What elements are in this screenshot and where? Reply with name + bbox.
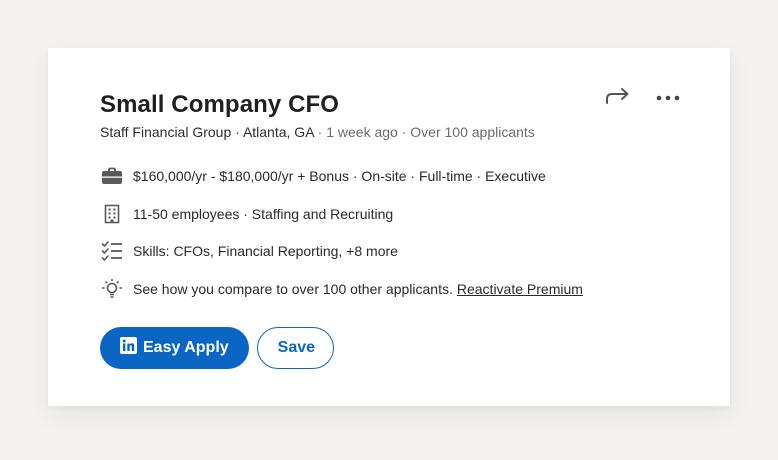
save-button[interactable]: Save [256,327,334,369]
apply-actions: Easy Apply Save [100,327,334,369]
more-options-button[interactable] [654,84,682,112]
insight-text: Skills: CFOs, Financial Reporting, +8 mo… [133,243,398,259]
job-subtitle: Staff Financial Group · Atlanta, GA · 1 … [100,123,535,141]
insight-text: See how you compare to over 100 other ap… [133,280,453,297]
skills-insight[interactable]: Skills: CFOs, Financial Reporting, +8 mo… [100,239,583,263]
share-icon [605,86,631,111]
reactivate-premium-link[interactable]: Reactivate Premium [457,281,583,297]
building-icon [100,202,124,226]
job-card: Small Company CFO Staff Financial Group … [48,48,730,406]
subtitle-separator: · [313,124,327,140]
salary-insight: $160,000/yr - $180,000/yr + Bonus · On-s… [100,164,583,188]
subtitle-separator: · [397,124,411,140]
premium-insight: See how you compare to over 100 other ap… [100,277,583,301]
share-button[interactable] [604,84,632,112]
insight-text: $160,000/yr - $180,000/yr + Bonus · On-s… [133,168,546,184]
linkedin-logo-icon [120,337,137,359]
job-insights: $160,000/yr - $180,000/yr + Bonus · On-s… [100,164,583,314]
more-icon [656,89,680,107]
easy-apply-button[interactable]: Easy Apply [100,327,249,369]
applicant-count: Over 100 applicants [410,124,535,140]
company-name[interactable]: Staff Financial Group [100,124,231,140]
job-title: Small Company CFO [100,91,340,118]
briefcase-icon [100,164,124,188]
job-location: Atlanta, GA [242,124,314,140]
checklist-icon [100,239,124,263]
top-actions [604,84,682,112]
easy-apply-label: Easy Apply [143,339,229,356]
company-size-insight: 11-50 employees · Staffing and Recruitin… [100,202,583,226]
lightbulb-icon [100,277,124,301]
subtitle-separator: · [231,124,243,140]
insight-text: 11-50 employees · Staffing and Recruitin… [133,205,394,222]
posted-time: 1 week ago [326,124,398,140]
